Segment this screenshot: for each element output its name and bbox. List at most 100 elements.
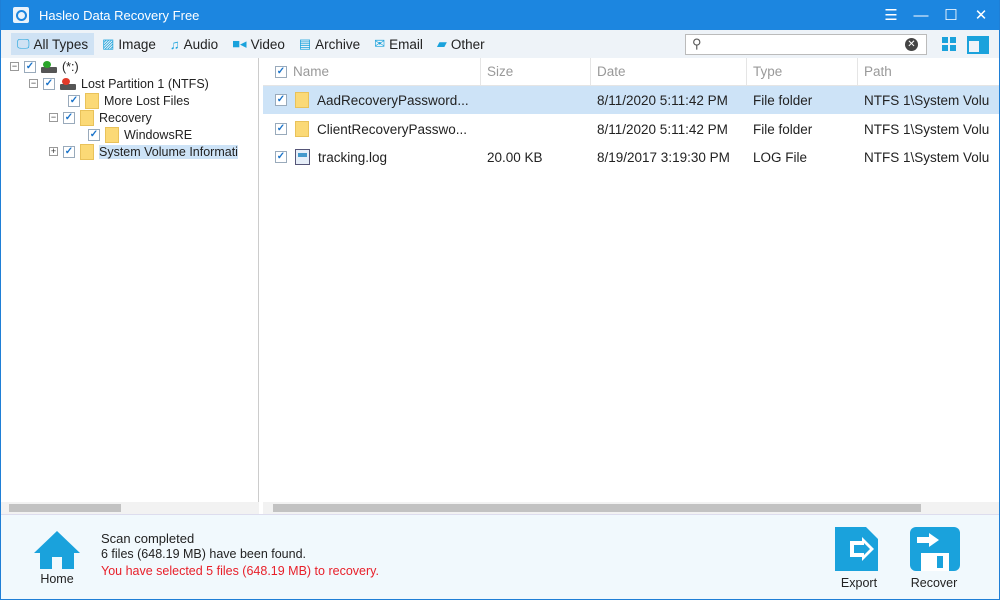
monitor-icon: 🖵 bbox=[17, 36, 30, 51]
export-button[interactable]: Export bbox=[831, 525, 887, 590]
log-file-icon bbox=[295, 149, 310, 165]
file-name: AadRecoveryPassword... bbox=[317, 92, 469, 108]
tree-label: (*:) bbox=[62, 59, 79, 74]
export-label: Export bbox=[840, 576, 878, 590]
email-icon: ✉ bbox=[374, 36, 386, 51]
tab-video[interactable]: ■◂ Video bbox=[226, 33, 291, 55]
recover-label: Recover bbox=[910, 576, 958, 590]
tab-label: Email bbox=[389, 36, 423, 52]
file-type-toolbar: 🖵 All Types ▨ Image ♫ Audio ■◂ Video ▤ Archiv… bbox=[1, 30, 999, 58]
column-header: ✓ Name Size Date Type Path bbox=[263, 58, 999, 86]
recover-button[interactable]: Recover bbox=[904, 525, 964, 590]
file-name: tracking.log bbox=[318, 149, 388, 165]
file-size: 20.00 KB bbox=[487, 149, 543, 165]
folder-icon bbox=[80, 109, 94, 126]
minimize-button[interactable]: — bbox=[911, 7, 931, 24]
tab-image[interactable]: ▨ Image bbox=[96, 33, 162, 55]
search-icon: ⚲ bbox=[692, 36, 702, 51]
tab-label: Audio bbox=[183, 36, 219, 52]
row-checkbox[interactable]: ✓ bbox=[275, 151, 287, 163]
file-name: ClientRecoveryPasswo... bbox=[317, 121, 468, 137]
row-checkbox[interactable]: ✓ bbox=[275, 123, 287, 135]
image-icon: ▨ bbox=[102, 36, 115, 51]
file-date: 8/11/2020 5:11:42 PM bbox=[597, 92, 728, 108]
drive-icon bbox=[41, 60, 57, 73]
lost-partition-icon bbox=[60, 77, 76, 90]
select-all-checkbox[interactable]: ✓ bbox=[275, 66, 287, 78]
checkbox[interactable]: ✓ bbox=[68, 94, 80, 107]
table-row[interactable]: ✓ tracking.log 20.00 KB 8/19/2017 3:19:30… bbox=[263, 143, 999, 171]
home-button[interactable]: Home bbox=[31, 529, 83, 586]
column-path[interactable]: Path bbox=[858, 58, 999, 86]
tree-node-more-lost-files[interactable]: ✓ More Lost Files bbox=[68, 92, 189, 109]
tab-label: Video bbox=[250, 36, 285, 52]
column-type[interactable]: Type bbox=[747, 58, 858, 86]
search-box[interactable]: ⚲ ✕ bbox=[685, 34, 927, 55]
folder-tree: − ✓ (*:) − ✓ Lost Partition 1 (NTFS) ✓ More L… bbox=[1, 58, 259, 514]
table-row[interactable]: ✓ ClientRecoveryPasswo... 8/11/2020 5:11:… bbox=[263, 115, 999, 143]
column-name[interactable]: ✓ Name bbox=[263, 58, 481, 86]
tree-node-windowsre[interactable]: ✓ WindowsRE bbox=[88, 126, 192, 143]
preview-pane-icon[interactable] bbox=[967, 36, 989, 54]
tab-email[interactable]: ✉ Email bbox=[368, 33, 429, 55]
tab-label: All Types bbox=[33, 36, 89, 52]
home-label: Home bbox=[40, 572, 74, 586]
folder-icon bbox=[105, 126, 119, 143]
tab-label: Other bbox=[450, 36, 485, 52]
tree-label: Recovery bbox=[99, 110, 152, 125]
home-icon bbox=[34, 531, 80, 569]
menu-button[interactable]: ☰ bbox=[881, 6, 901, 24]
clear-search-icon[interactable]: ✕ bbox=[905, 38, 918, 51]
row-checkbox[interactable]: ✓ bbox=[275, 94, 287, 106]
list-horizontal-scrollbar[interactable] bbox=[263, 502, 999, 514]
file-type: File folder bbox=[753, 121, 813, 137]
tree-horizontal-scrollbar[interactable] bbox=[1, 502, 259, 514]
music-icon: ♫ bbox=[169, 36, 180, 52]
tab-archive[interactable]: ▤ Archive bbox=[293, 33, 366, 55]
collapse-icon[interactable]: − bbox=[29, 79, 38, 88]
maximize-button[interactable]: ☐ bbox=[941, 6, 961, 24]
column-size[interactable]: Size bbox=[481, 58, 591, 86]
column-label: Name bbox=[293, 64, 330, 79]
archive-icon: ▤ bbox=[298, 36, 312, 51]
scrollbar-thumb[interactable] bbox=[9, 504, 121, 512]
status-panel: Home Scan completed 6 files (648.19 MB) … bbox=[1, 514, 999, 599]
file-type: File folder bbox=[753, 92, 813, 108]
tree-label: WindowsRE bbox=[124, 127, 193, 142]
tab-other[interactable]: ▰ Other bbox=[431, 33, 491, 55]
folder-icon: ▰ bbox=[436, 36, 447, 51]
tree-label: Lost Partition 1 (NTFS) bbox=[81, 76, 209, 91]
tree-node-recovery[interactable]: − ✓ Recovery bbox=[49, 109, 152, 126]
checkbox[interactable]: ✓ bbox=[24, 60, 36, 73]
tree-label: System Volume Informati bbox=[99, 144, 238, 159]
checkbox[interactable]: ✓ bbox=[63, 145, 75, 158]
tab-all-types[interactable]: 🖵 All Types bbox=[11, 33, 95, 55]
collapse-icon[interactable]: − bbox=[49, 113, 58, 122]
checkbox[interactable]: ✓ bbox=[88, 128, 100, 141]
checkbox[interactable]: ✓ bbox=[63, 111, 75, 124]
file-path: NTFS 1\System Volu bbox=[864, 92, 990, 108]
table-row[interactable]: ✓ AadRecoveryPassword... 8/11/2020 5:11:4… bbox=[263, 86, 999, 114]
recover-icon bbox=[910, 527, 960, 571]
folder-icon bbox=[295, 92, 309, 108]
expand-icon[interactable]: + bbox=[49, 147, 58, 156]
tree-node-partition[interactable]: − ✓ Lost Partition 1 (NTFS) bbox=[29, 75, 209, 92]
collapse-icon[interactable]: − bbox=[10, 62, 19, 71]
scrollbar-thumb[interactable] bbox=[273, 504, 921, 512]
checkbox[interactable]: ✓ bbox=[43, 77, 55, 90]
app-window: Hasleo Data Recovery Free ☰ — ☐ ✕ 🖵 All T… bbox=[1, 0, 999, 599]
export-icon bbox=[835, 527, 878, 571]
scan-status: Scan completed bbox=[101, 531, 195, 546]
file-type: LOG File bbox=[753, 149, 808, 165]
folder-icon bbox=[85, 92, 99, 109]
folder-icon bbox=[80, 143, 94, 160]
tab-label: Image bbox=[118, 36, 156, 52]
tree-node-drive[interactable]: − ✓ (*:) bbox=[10, 58, 79, 75]
grid-view-icon[interactable] bbox=[941, 36, 959, 52]
close-button[interactable]: ✕ bbox=[971, 6, 991, 24]
files-found-text: 6 files (648.19 MB) have been found. bbox=[101, 547, 306, 561]
tree-node-system-volume-information[interactable]: + ✓ System Volume Informati bbox=[49, 143, 238, 160]
app-logo-icon bbox=[13, 7, 29, 23]
column-date[interactable]: Date bbox=[591, 58, 747, 86]
tab-audio[interactable]: ♫ Audio bbox=[164, 34, 224, 55]
